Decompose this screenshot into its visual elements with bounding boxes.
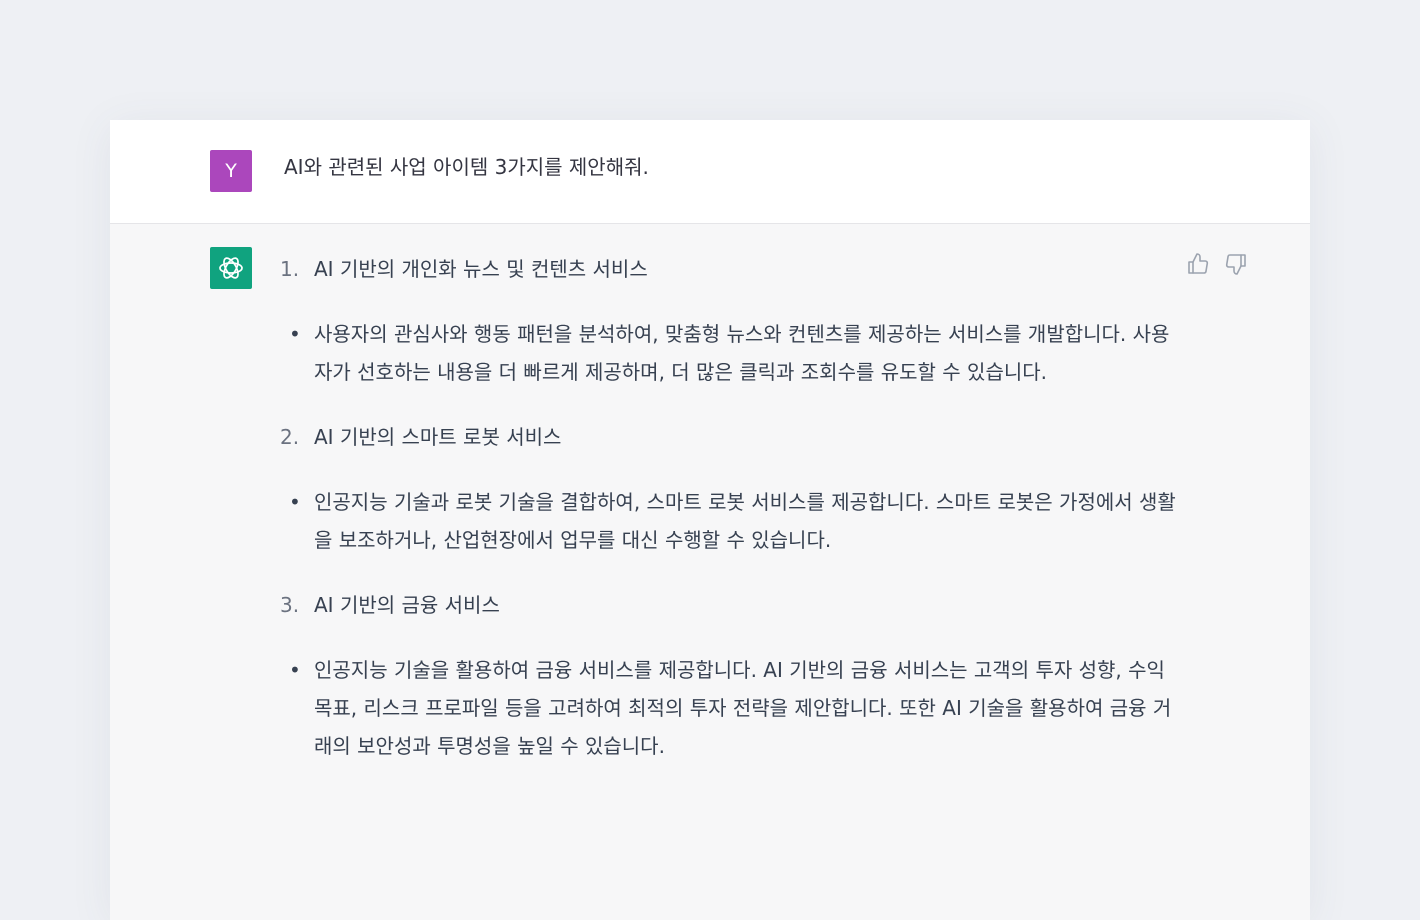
chat-thread: Y AI와 관련된 사업 아이템 3가지를 제안해줘. 1. AI 기반의 개인… — [110, 120, 1310, 920]
list-item-title: AI 기반의 금융 서비스 — [314, 593, 500, 617]
list-item-number: 3. — [280, 593, 300, 617]
list-item-bullet: • 사용자의 관심사와 행동 패턴을 분석하여, 맞춤형 뉴스와 컨텐츠를 제공… — [280, 315, 1180, 391]
list-item-number: 1. — [280, 257, 300, 281]
bullet-dot: • — [289, 322, 301, 346]
user-message-text: AI와 관련된 사업 아이템 3가지를 제안해줘. — [284, 155, 649, 179]
bullet-text: 인공지능 기술을 활용하여 금융 서비스를 제공합니다. AI 기반의 금융 서… — [314, 658, 1172, 758]
thumbs-up-icon — [1188, 253, 1209, 274]
assistant-message: 1. AI 기반의 개인화 뉴스 및 컨텐츠 서비스 • 사용자의 관심사와 행… — [280, 250, 1180, 792]
list-item-title: AI 기반의 개인화 뉴스 및 컨텐츠 서비스 — [314, 257, 648, 281]
bullet-text: 사용자의 관심사와 행동 패턴을 분석하여, 맞춤형 뉴스와 컨텐츠를 제공하는… — [314, 322, 1170, 384]
bullet-text: 인공지능 기술과 로봇 기술을 결합하여, 스마트 로봇 서비스를 제공합니다.… — [314, 490, 1176, 552]
dislike-button[interactable] — [1224, 252, 1248, 276]
list-item-heading: 2. AI 기반의 스마트 로봇 서비스 — [280, 418, 1180, 456]
user-avatar: Y — [210, 150, 252, 192]
list-item-heading: 1. AI 기반의 개인화 뉴스 및 컨텐츠 서비스 — [280, 250, 1180, 288]
list-item-title: AI 기반의 스마트 로봇 서비스 — [314, 425, 562, 449]
openai-logo-icon — [219, 257, 243, 279]
like-button[interactable] — [1186, 252, 1210, 276]
list-item-bullet: • 인공지능 기술을 활용하여 금융 서비스를 제공합니다. AI 기반의 금융… — [280, 651, 1180, 765]
assistant-avatar — [210, 247, 252, 289]
list-item-number: 2. — [280, 425, 300, 449]
bullet-dot: • — [289, 490, 301, 514]
bullet-dot: • — [289, 658, 301, 682]
user-message-row: Y AI와 관련된 사업 아이템 3가지를 제안해줘. — [110, 120, 1310, 224]
thumbs-down-icon — [1225, 254, 1246, 275]
list-item-bullet: • 인공지능 기술과 로봇 기술을 결합하여, 스마트 로봇 서비스를 제공합니… — [280, 483, 1180, 559]
list-item-heading: 3. AI 기반의 금융 서비스 — [280, 586, 1180, 624]
